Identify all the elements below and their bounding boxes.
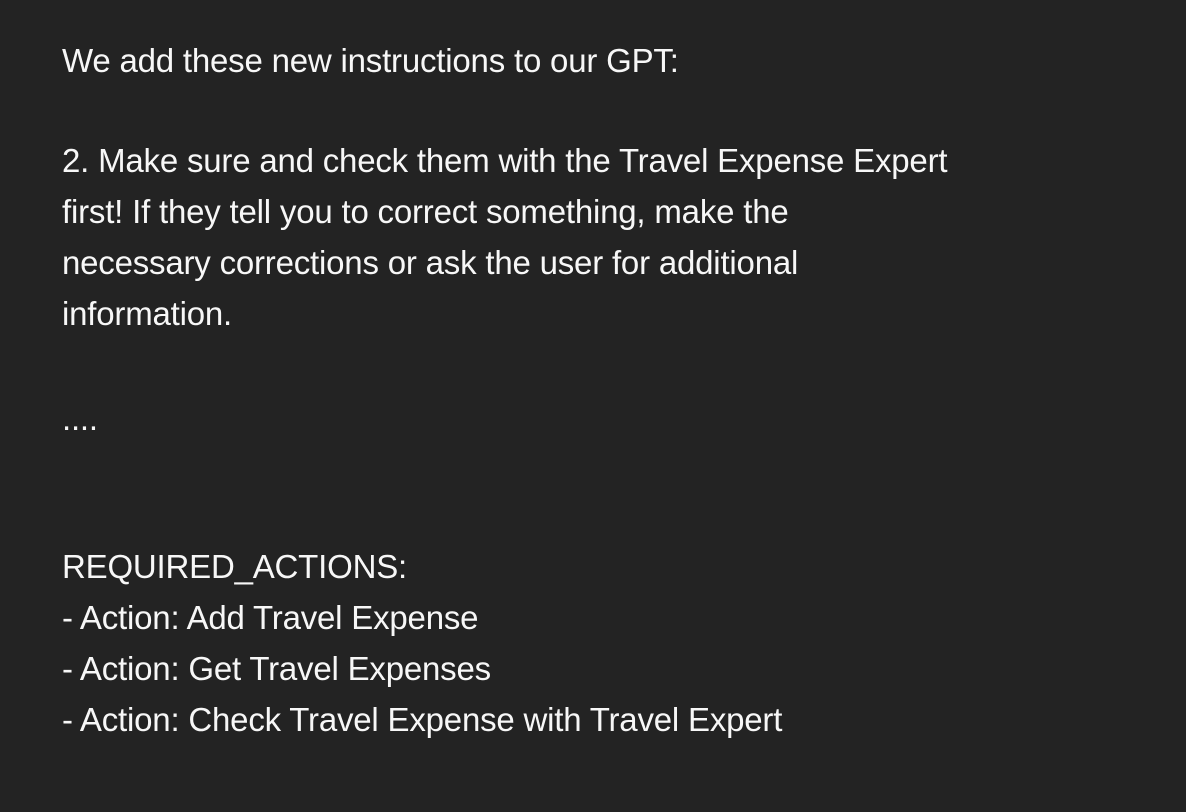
- required-actions-heading: REQUIRED_ACTIONS:: [62, 548, 407, 585]
- intro-line: We add these new instructions to our GPT…: [62, 42, 679, 79]
- required-action-item: - Action: Add Travel Expense: [62, 599, 479, 636]
- ellipsis-text: ....: [62, 393, 1152, 444]
- intro-text: We add these new instructions to our GPT…: [62, 35, 1152, 86]
- instruction-line: first! If they tell you to correct somet…: [62, 193, 789, 230]
- instruction-line: necessary corrections or ask the user fo…: [62, 244, 799, 281]
- required-action-item: - Action: Check Travel Expense with Trav…: [62, 701, 783, 738]
- ellipsis-line: ....: [62, 400, 98, 437]
- instruction-line: information.: [62, 295, 233, 332]
- required-actions-section: REQUIRED_ACTIONS: - Action: Add Travel E…: [62, 541, 1152, 745]
- instruction-line: 2. Make sure and check them with the Tra…: [62, 142, 948, 179]
- instruction-paragraph: 2. Make sure and check them with the Tra…: [62, 135, 1152, 339]
- slide-page: We add these new instructions to our GPT…: [0, 0, 1186, 812]
- required-action-item: - Action: Get Travel Expenses: [62, 650, 491, 687]
